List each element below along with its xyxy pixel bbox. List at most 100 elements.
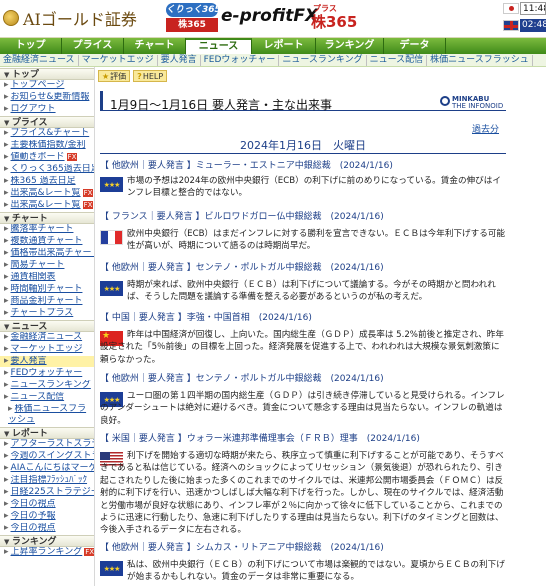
fx-badge: FX [66,152,78,161]
subnav-market-edge[interactable]: マーケットエッジ [79,54,158,66]
sidebar-section-report[interactable]: レポート [0,427,94,439]
kabu365-logo[interactable]: 株365 [311,11,357,32]
article-heading[interactable]: 【 他欧州｜要人発言 】センテノ・ポルトガル中銀総裁 (2024/1/16) [100,373,506,386]
sidebar-item-top-page[interactable]: トップページ [0,80,94,91]
sidebar-item-movement-board[interactable]: 値動きボードFX [0,152,94,163]
subnav-news-ranking[interactable]: ニュースランキング [279,54,367,66]
fx-badge: FX [84,547,94,556]
sidebar-section-news[interactable]: ニュース [0,320,94,332]
tab-price[interactable]: プライス [62,38,124,54]
sidebar-item-kabu-daily[interactable]: 株365 過去日足 [0,176,94,187]
uk-flag-icon [503,20,519,31]
sidebar-section-ranking[interactable]: ランキング [0,535,94,547]
sidebar-item-kurikku-daily[interactable]: くりっく365過去日足 [0,164,94,175]
sidebar-item-rate-chart[interactable]: 騰落率チャート [0,224,94,235]
sidebar-item-correlation[interactable]: 通貨相関表 [0,272,94,283]
sidebar-item-simple-chart[interactable]: 簡易チャート [0,260,94,271]
archive-link[interactable]: 過去分 [472,122,499,135]
sidebar-item-econ-news[interactable]: 金融経済ニュース [0,332,94,343]
article-body: ★★★ 私は、欧州中央銀行（ＥＣＢ）の利下げについて市場は楽観的ではない。夏頃か… [100,559,506,586]
sidebar-item-fed-watcher[interactable]: FEDウォッチャー [0,368,94,379]
subnav-key-remarks[interactable]: 要人発言 [158,54,201,66]
article-text: 昨年は中国経済が回復し、上向いた。国内総生産（ＧＤＰ）成長率は 5.2%前後と推… [100,330,504,365]
tab-ranking[interactable]: ランキング [316,38,384,54]
sidebar-item-after-last[interactable]: アフターラストスラテジー [0,439,94,450]
sidebar-item-indicator-flash[interactable]: 注目指標ﾌﾗｯｼｭﾊﾞｯｸ [0,475,94,486]
article-heading[interactable]: 【 中国｜要人発言 】李強・中国首相 (2024/1/16) [100,312,506,325]
minkabu-logo: MINKABU THE INFONOID [440,95,508,110]
sidebar-item-price-chart[interactable]: プライス&チャート [0,128,94,139]
sidebar-item-notices[interactable]: お知らせ&更新情報 [0,92,94,103]
sidebar-item-interest[interactable]: 商品金利チャート [0,296,94,307]
article-heading[interactable]: 【 他欧州｜要人発言 】ミューラー・エストニア中銀総裁 (2024/1/16) [100,160,506,173]
article-text: 私は、欧州中央銀行（ＥＣＢ）の利下げについて市場は楽観的ではない。夏頃からＥＣＢ… [127,560,505,583]
logo-icon [3,10,19,26]
rating-button[interactable]: ★評価 [98,70,131,82]
sidebar-item-multi-currency[interactable]: 複数通貨チャート [0,236,94,247]
eprofitfx-logo[interactable]: e-profitFX [221,6,318,26]
sidebar-item-aia-market[interactable]: AIAこんにちはマーケット [0,463,94,474]
sidebar-item-label: 上昇率ランキング [10,547,83,557]
site-header: AIゴールド証券 くりっく365 株365 e-profitFX プラス 株36… [0,0,546,38]
tab-chart[interactable]: チャート [124,38,186,54]
sidebar-item-swing[interactable]: 今週のスイングストラテジー [0,451,94,462]
article-body: 利下げを開始する適切な時期が来たら、秩序立って慎重に利下げすることが可能であり、… [100,450,506,550]
subnav-news-delivery[interactable]: ニュース配信 [367,54,428,66]
sidebar-item-market-edge[interactable]: マーケットエッジ [0,344,94,355]
sidebar-item-volume-rate-2[interactable]: 出来高&レート覧FX [0,200,94,211]
article-body: ★★★ ユーロ圏の第１四半期の国内総生産（ＧＤＰ）は引き続き停滞していると見受け… [100,390,506,430]
brand-logo[interactable]: AIゴールド証券 [3,6,137,30]
article-heading[interactable]: 【 他欧州｜要人発言 】センテノ・ポルトガル中銀総裁 (2024/1/16) [100,262,506,275]
tab-report[interactable]: レポート [252,38,316,54]
sidebar-section-top[interactable]: トップ [0,68,94,80]
news-subnav: 金融経済ニュース マーケットエッジ 要人発言 FEDウォッチャー ニュースランキ… [0,54,546,67]
minkabu-icon [440,96,450,106]
sidebar-item-todays-forecast[interactable]: 今日の予報 [0,511,94,522]
sidebar-item-stock-flash[interactable]: 株価ニュースフラッシュ [0,404,94,426]
article-heading[interactable]: 【 他欧州｜要人発言 】シムカス・リトアニア中銀総裁 (2024/1/16) [100,542,506,555]
help-button[interactable]: ?HELP [133,70,168,82]
japan-flag-icon [503,3,519,14]
article-text: 時期が来れば、欧州中央銀行（ＥＣＢ）は利下げについて議論する。今がその時期かと問… [127,280,496,303]
subnav-fed-watcher[interactable]: FEDウォッチャー [201,54,280,66]
sidebar-item-todays-view-2[interactable]: 今日の視点 [0,523,94,534]
sidebar-item-chart-plus[interactable]: チャートプラス [0,308,94,319]
sidebar: トップ トップページ お知らせ&更新情報 ログアウト プライス プライス&チャー… [0,67,95,586]
sidebar-item-logout[interactable]: ログアウト [0,104,94,115]
main-content: ★評価 ?HELP 1月9日〜1月16日 要人発言・主な出来事 MINKABU … [96,67,546,586]
sidebar-section-chart[interactable]: チャート [0,212,94,224]
eu-flag-icon: ★★★ [100,177,123,192]
sidebar-item-volume-rate-1[interactable]: 出来高&レート覧FX [0,188,94,199]
article-text: 利下げを開始する適切な時期が来たら、秩序立って慎重に利下げすることが可能であり、… [100,451,504,536]
subnav-econ-news[interactable]: 金融経済ニュース [0,54,79,66]
minkabu-tagline: THE INFONOID [452,102,504,110]
tab-top[interactable]: トップ [0,38,62,54]
sidebar-item-label: 出来高&レート覧 [10,188,81,198]
article-text: ユーロ圏の第１四半期の国内総生産（ＧＤＰ）は引き続き停滞していると見受けられる。… [100,391,505,426]
subnav-stock-flash[interactable]: 株価ニュースフラッシュ [427,54,533,66]
sidebar-item-nikkei225[interactable]: 日経225ストラテジー [0,487,94,498]
help-label: HELP [142,72,164,81]
star-icon: ★ [102,72,110,81]
tab-data[interactable]: データ [384,38,446,54]
sidebar-section-price[interactable]: プライス [0,116,94,128]
sidebar-item-key-remarks[interactable]: 要人発言 [0,356,94,367]
article-body: ★ 昨年は中国経済が回復し、上向いた。国内総生産（ＧＤＰ）成長率は 5.2%前後… [100,329,506,369]
sidebar-item-volume-profile[interactable]: 価格帯出来高チャート [0,248,94,259]
tab-news[interactable]: ニュース [186,38,252,54]
kabu365-label: 株365 [166,18,218,32]
kurikku365-logo[interactable]: くりっく365 株365 [166,3,218,32]
sidebar-item-todays-view-1[interactable]: 今日の視点 [0,499,94,510]
article-body: ★★★ 時期が来れば、欧州中央銀行（ＥＣＢ）は利下げについて議論する。今がその時… [100,279,506,307]
sidebar-item-stock-index[interactable]: 主要株価指数/金利 [0,140,94,151]
sidebar-item-rise-ranking[interactable]: 上昇率ランキングFX [0,547,94,558]
page-title: 1月9日〜1月16日 要人発言・主な出来事 [110,98,332,112]
article-heading[interactable]: 【 フランス｜要人発言 】ビルロワドガロー仏中銀総裁 (2024/1/16) [100,211,506,224]
article-body: 欧州中央銀行（ECB）はまだインフレに対する勝利を宣言できない。ＥＣＢは今年利下… [100,228,506,256]
sidebar-item-news-delivery[interactable]: ニュース配信 [0,392,94,403]
fx-badge: FX [82,200,94,209]
article-heading[interactable]: 【 米国｜要人発言 】ウォラー米連邦準備理事会（ＦＲＢ）理事 (2024/1/1… [100,433,506,446]
sidebar-item-timeframe[interactable]: 時間軸別チャート [0,284,94,295]
sidebar-item-news-ranking[interactable]: ニュースランキング [0,380,94,391]
sidebar-item-label: 値動きボード [10,152,65,162]
